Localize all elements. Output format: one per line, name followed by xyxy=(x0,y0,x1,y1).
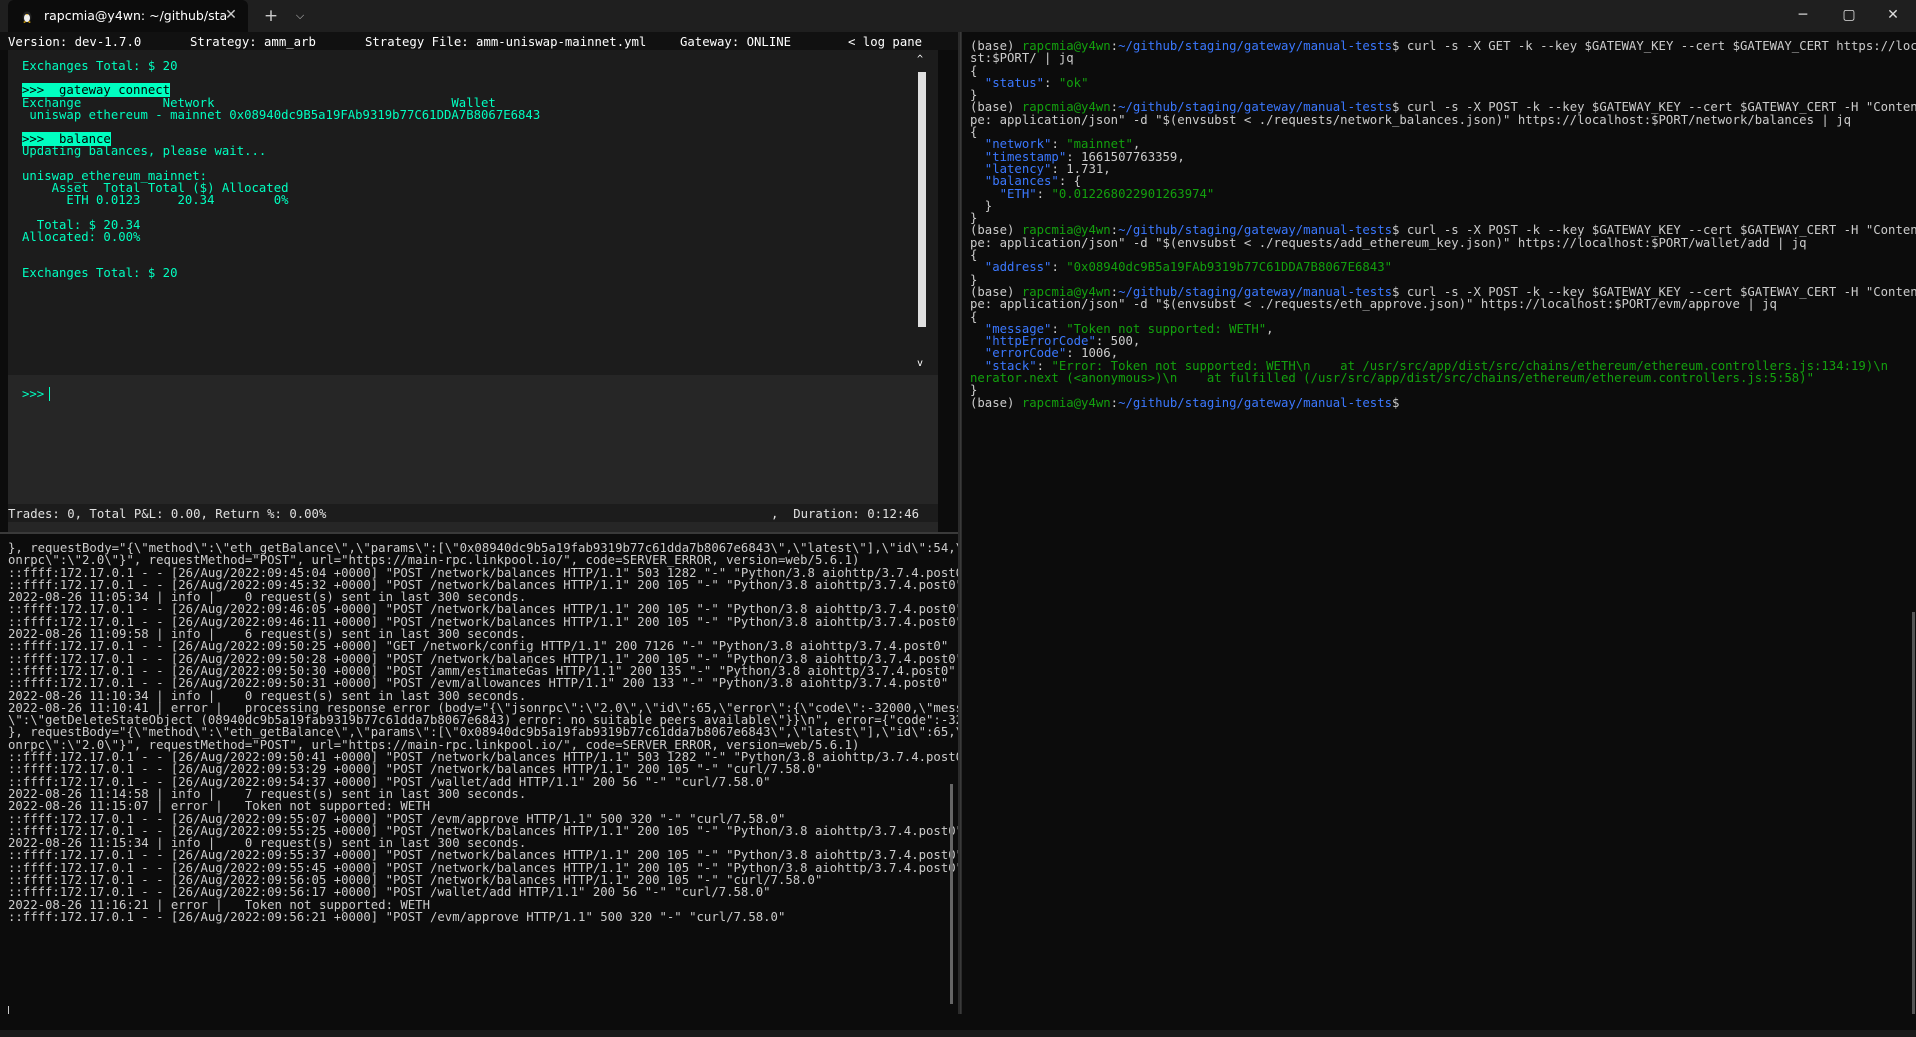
json-tail: , xyxy=(1177,149,1185,164)
prompt-path: ~/github/staging/gateway/manual-tests xyxy=(1118,39,1393,53)
log-line: onrpc\":\"2.0\"}", requestMethod="POST",… xyxy=(8,553,860,568)
shell-line: st:$PORT/ | jq xyxy=(970,52,1908,64)
shell-line: "status": "ok" xyxy=(970,77,1908,89)
pane-divider-line xyxy=(960,32,961,1014)
log-line: ::ffff:172.17.0.1 - - [26/Aug/2022:09:56… xyxy=(8,885,771,900)
shell-line: pe: application/json" -d "$(envsubst < .… xyxy=(970,298,1908,310)
hummingbot-footer: Trades: 0, Total P&L: 0.00, Return %: 0.… xyxy=(8,504,938,522)
tab-title: rapcmia@y4wn: ~/github/sta xyxy=(44,8,228,23)
json-value: nerator.next (<anonymous>)\n at fulfille… xyxy=(970,371,1814,386)
log-line: ::ffff:172.17.0.1 - - [26/Aug/2022:09:55… xyxy=(8,848,958,863)
prompt-user: rapcmia@y4wn xyxy=(1021,395,1111,410)
output-line: uniswap ethereum - mainnet 0x08940dc9B5a… xyxy=(22,107,541,122)
close-window-icon[interactable]: ✕ xyxy=(1870,0,1916,32)
output-scrollbar[interactable] xyxy=(918,72,926,327)
tab-close-icon[interactable]: ✕ xyxy=(222,6,240,24)
chevron-down-icon[interactable]: ⌵ xyxy=(290,5,310,27)
hummingbot-pane[interactable]: Version: dev-1.7.0 Strategy: amm_arb Str… xyxy=(0,32,958,532)
log-scrollbar[interactable] xyxy=(950,784,953,1004)
output-line: Updating balances, please wait... xyxy=(22,144,267,159)
prompt-colon: : xyxy=(1110,39,1119,53)
maximize-icon[interactable]: ▢ xyxy=(1826,0,1872,32)
output-text: pe: application/json" -d "$(envsubst < .… xyxy=(970,112,1851,127)
output-text: pe: application/json" -d "$(envsubst < .… xyxy=(970,297,1777,312)
output-line: ETH 0.0123 20.34 0% xyxy=(22,193,289,208)
log-line: ::ffff:172.17.0.1 - - [26/Aug/2022:09:50… xyxy=(8,676,949,691)
gateway-log-output: }, requestBody="{\"method\":\"eth_getBal… xyxy=(8,542,958,924)
output-text: st:$PORT/ | jq xyxy=(970,51,1074,66)
log-line: ::ffff:172.17.0.1 - - [26/Aug/2022:09:50… xyxy=(8,639,949,654)
output-line: Exchanges Total: $ 20 xyxy=(22,266,178,281)
json-value: "0x08940dc9B5a19FAb9319b77C61DDA7B8067E6… xyxy=(1066,260,1392,275)
scroll-up-icon[interactable]: ^ xyxy=(917,54,923,65)
shell-line: } xyxy=(970,200,1908,212)
shell-line: "timestamp": 1661507763359, xyxy=(970,151,1908,163)
json-value: "ok" xyxy=(1058,75,1089,90)
command-text: curl -s -X GET -k --key $GATEWAY_KEY --c… xyxy=(1406,39,1916,53)
prompt-env: (base) xyxy=(970,395,1022,410)
prompt-colon: : xyxy=(1110,395,1119,410)
minimize-icon[interactable]: ─ xyxy=(1780,0,1826,32)
shell-line: (base) rapcmia@y4wn:~/github/staging/gat… xyxy=(970,395,1908,410)
shell-scrollbar[interactable] xyxy=(1912,612,1915,1014)
log-line: }, requestBody="{\"method\":\"eth_getBal… xyxy=(8,725,958,740)
output-line: Allocated: 0.00% xyxy=(22,229,141,244)
log-pane-toggle[interactable]: < log pane xyxy=(848,35,922,49)
strategy-file-label: Strategy File: amm-uniswap-mainnet.yml xyxy=(365,35,647,49)
window-bottom-edge xyxy=(0,1030,1916,1037)
json-key: "address" xyxy=(970,260,1052,275)
json-tail: , xyxy=(1132,334,1141,349)
trades-summary: Trades: 0, Total P&L: 0.00, Return %: 0.… xyxy=(8,507,327,521)
log-line: ::ffff:172.17.0.1 - - [26/Aug/2022:09:55… xyxy=(8,811,786,826)
output-text: pe: application/json" -d "$(envsubst < .… xyxy=(970,235,1807,250)
shell-line: "ETH": "0.012268022901263974" xyxy=(970,186,1908,201)
linux-penguin-icon xyxy=(22,11,32,23)
gateway-log-pane[interactable]: }, requestBody="{\"method\":\"eth_getBal… xyxy=(0,534,958,1014)
shell-output: (base) rapcmia@y4wn:~/github/staging/gat… xyxy=(970,39,1916,410)
hummingbot-status-bar: Version: dev-1.7.0 Strategy: amm_arb Str… xyxy=(0,32,958,50)
hummingbot-output: Exchanges Total: $ 20 >>> gateway connect… xyxy=(8,50,938,375)
output-line: Exchanges Total: $ 20 xyxy=(22,59,178,73)
shell-line: "address": "0x08940dc9B5a19FAb9319b77C61… xyxy=(970,261,1908,273)
log-line: ::ffff:172.17.0.1 - - [26/Aug/2022:09:53… xyxy=(8,762,823,777)
log-line: 2022-08-26 11:15:07 | error | Token not … xyxy=(8,799,430,814)
json-sep: : xyxy=(1044,75,1059,90)
shell-pane[interactable]: (base) rapcmia@y4wn:~/github/staging/gat… xyxy=(962,32,1916,1014)
shell-line: { xyxy=(970,64,1908,77)
duration-label: , Duration: 0:12:46 xyxy=(771,507,920,521)
json-sep: : xyxy=(1051,260,1067,275)
json-sep: : xyxy=(1036,186,1052,201)
shell-line: (base) rapcmia@y4wn:~/github/staging/gat… xyxy=(970,39,1916,53)
title-bar: rapcmia@y4wn: ~/github/sta ✕ + ⌵ ─ ▢ ✕ xyxy=(0,0,1916,32)
prompt-end: $ xyxy=(1392,39,1407,53)
json-value: "0.012268022901263974" xyxy=(1051,186,1215,201)
shell-line: pe: application/json" -d "$(envsubst < .… xyxy=(970,237,1908,249)
text-caret xyxy=(49,387,50,401)
log-line: ::ffff:172.17.0.1 - - [26/Aug/2022:09:46… xyxy=(8,602,958,617)
text-caret xyxy=(8,1006,9,1014)
new-tab-icon[interactable]: + xyxy=(260,5,282,27)
prompt-end: $ xyxy=(1392,395,1407,410)
json-tail: , xyxy=(1103,161,1111,176)
hummingbot-prompt: >>> xyxy=(22,387,52,401)
strategy-label: Strategy: amm_arb xyxy=(190,35,316,49)
version-label: Version: dev-1.7.0 xyxy=(8,35,142,49)
log-line: ::ffff:172.17.0.1 - - [26/Aug/2022:09:56… xyxy=(8,909,786,924)
scroll-down-icon[interactable]: v xyxy=(917,358,923,369)
prompt-path: ~/github/staging/gateway/manual-tests xyxy=(1118,395,1393,410)
shell-line: pe: application/json" -d "$(envsubst < .… xyxy=(970,114,1908,126)
json-key: "status" xyxy=(970,75,1045,90)
shell-line: nerator.next (<anonymous>)\n at fulfille… xyxy=(970,372,1908,384)
log-line: 2022-08-26 11:10:34 | info | 0 request(s… xyxy=(8,688,527,703)
json-tail: , xyxy=(1266,321,1274,336)
shell-line: "latency": 1.731, xyxy=(970,163,1908,175)
terminal-tab[interactable]: rapcmia@y4wn: ~/github/sta ✕ xyxy=(8,0,248,32)
gateway-status-label: Gateway: ONLINE xyxy=(680,35,792,49)
